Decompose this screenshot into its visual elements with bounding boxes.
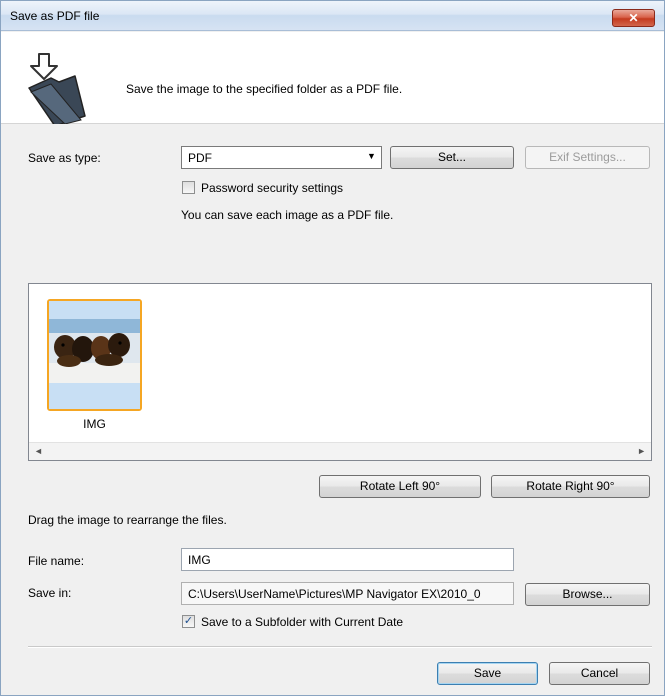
close-icon: ✕ bbox=[628, 11, 639, 25]
cancel-button[interactable]: Cancel bbox=[549, 662, 650, 685]
save-as-type-label: Save as type: bbox=[28, 151, 101, 165]
scroll-right-icon[interactable]: ► bbox=[637, 446, 646, 456]
header-description: Save the image to the specified folder a… bbox=[126, 82, 403, 96]
set-button[interactable]: Set... bbox=[390, 146, 514, 169]
window-title: Save as PDF file bbox=[10, 9, 100, 23]
subfolder-date-label[interactable]: Save to a Subfolder with Current Date bbox=[201, 615, 403, 629]
pdf-info-text: You can save each image as a PDF file. bbox=[181, 208, 394, 222]
save-button[interactable]: Save bbox=[437, 662, 538, 685]
rotate-left-button[interactable]: Rotate Left 90° bbox=[319, 475, 481, 498]
exif-settings-button[interactable]: Exif Settings... bbox=[525, 146, 650, 169]
file-name-input[interactable]: IMG bbox=[181, 548, 514, 571]
file-name-label: File name: bbox=[28, 554, 85, 568]
subfolder-date-checkbox[interactable]: ✓ bbox=[182, 615, 195, 628]
footer-divider bbox=[28, 646, 652, 648]
thumbnail-label: IMG bbox=[83, 417, 106, 431]
save-as-type-dropdown[interactable]: PDF ▼ bbox=[181, 146, 382, 169]
title-bar: Save as PDF file ✕ bbox=[1, 1, 664, 31]
image-thumbnail[interactable] bbox=[47, 299, 142, 411]
save-in-label: Save in: bbox=[28, 586, 72, 600]
browse-button[interactable]: Browse... bbox=[525, 583, 650, 606]
password-security-label[interactable]: Password security settings bbox=[201, 181, 343, 195]
rotate-right-button[interactable]: Rotate Right 90° bbox=[491, 475, 650, 498]
dogs-photo bbox=[49, 301, 140, 409]
horizontal-scrollbar[interactable]: ◄ ► bbox=[29, 442, 651, 460]
password-security-checkbox[interactable] bbox=[182, 181, 195, 194]
scroll-left-icon[interactable]: ◄ bbox=[34, 446, 43, 456]
close-button[interactable]: ✕ bbox=[612, 9, 655, 27]
drag-hint-text: Drag the image to rearrange the files. bbox=[28, 513, 227, 527]
chevron-down-icon: ▼ bbox=[367, 151, 376, 161]
save-as-type-value: PDF bbox=[188, 151, 212, 165]
image-list[interactable]: IMG ◄ ► bbox=[28, 283, 652, 461]
header-banner: Save the image to the specified folder a… bbox=[1, 32, 664, 124]
save-to-folder-icon bbox=[28, 53, 86, 124]
save-as-pdf-dialog: Save as PDF file ✕ Save the image to the… bbox=[0, 0, 665, 696]
save-in-path[interactable]: C:\Users\UserName\Pictures\MP Navigator … bbox=[181, 582, 514, 605]
